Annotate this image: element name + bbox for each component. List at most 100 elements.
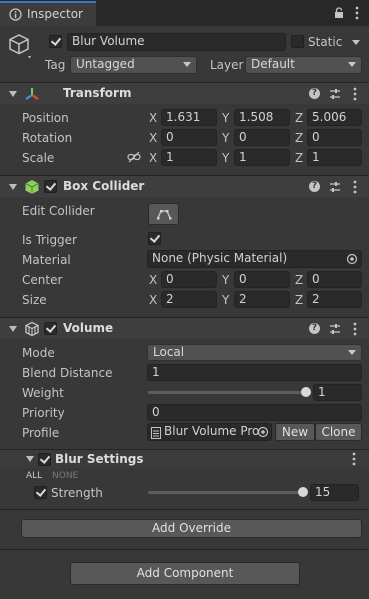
scale-y-field[interactable]: 1 (234, 149, 290, 166)
volume-enabled-checkbox[interactable] (44, 322, 57, 335)
inspector-tab-label: Inspector (27, 7, 83, 21)
blend-distance-field[interactable]: 1 (147, 364, 362, 381)
component-menu-icon[interactable] (353, 87, 357, 101)
center-z-field[interactable]: 0 (307, 271, 362, 288)
axis-y-label[interactable]: Y (222, 131, 229, 145)
scale-z-field[interactable]: 1 (307, 149, 362, 166)
strength-field[interactable]: 15 (310, 484, 359, 501)
mode-dropdown[interactable]: Local (147, 344, 362, 361)
position-z-field[interactable]: 5.006 (307, 109, 362, 126)
edit-collider-button[interactable] (148, 203, 179, 225)
object-name-field[interactable]: Blur Volume (67, 33, 286, 51)
profile-field[interactable]: Blur Volume Pro (147, 423, 272, 441)
position-y-field[interactable]: 1.508 (234, 109, 290, 126)
static-dropdown-icon[interactable] (352, 40, 360, 45)
axis-x-label[interactable]: X (149, 151, 157, 165)
strength-override-checkbox[interactable] (34, 486, 47, 499)
box-collider-enabled-checkbox[interactable] (44, 180, 57, 193)
transform-icon (25, 88, 39, 100)
center-y-field[interactable]: 0 (234, 271, 290, 288)
object-active-checkbox[interactable] (49, 35, 62, 48)
tag-label: Tag (45, 58, 66, 72)
scale-link-icon[interactable] (127, 151, 141, 163)
edit-collider-icon (157, 210, 172, 220)
rotation-y-field[interactable]: 0 (234, 129, 290, 146)
box-collider-header[interactable]: Box Collider ? (0, 175, 369, 197)
settings-menu-icon[interactable] (352, 452, 356, 466)
axis-y-label[interactable]: Y (222, 111, 229, 125)
scale-x-field[interactable]: 1 (161, 149, 217, 166)
help-icon[interactable]: ? (309, 323, 320, 334)
layer-label: Layer (210, 58, 244, 72)
position-x-field[interactable]: 1.631 (161, 109, 217, 126)
strength-slider-thumb[interactable] (298, 487, 308, 497)
divider (0, 549, 369, 550)
component-menu-icon[interactable] (353, 322, 357, 336)
strength-label: Strength (51, 486, 103, 500)
center-x-field[interactable]: 0 (161, 271, 217, 288)
object-picker-icon[interactable] (346, 253, 358, 265)
axis-x-label[interactable]: X (149, 293, 157, 307)
axis-y-label[interactable]: Y (222, 151, 229, 165)
material-value: None (Physic Material) (152, 251, 288, 265)
position-label: Position (22, 111, 69, 125)
axis-z-label[interactable]: Z (295, 131, 303, 145)
strength-slider-track[interactable] (148, 491, 303, 494)
object-picker-icon[interactable] (257, 426, 269, 438)
volume-header[interactable]: Volume ? (0, 317, 369, 339)
priority-field[interactable]: 0 (147, 404, 362, 421)
axis-y-label[interactable]: Y (222, 273, 229, 287)
add-override-button[interactable]: Add Override (21, 519, 362, 538)
add-component-button[interactable]: Add Component (70, 562, 300, 585)
component-menu-icon[interactable] (353, 180, 357, 194)
foldout-arrow-icon[interactable] (9, 91, 17, 97)
volume-icon (25, 321, 39, 337)
lock-icon[interactable] (334, 7, 344, 19)
axis-x-label[interactable]: X (149, 131, 157, 145)
mode-value: Local (153, 345, 185, 359)
blur-settings-header[interactable]: Blur Settings (0, 450, 369, 468)
axis-z-label[interactable]: Z (295, 273, 303, 287)
clone-profile-button[interactable]: Clone (315, 423, 362, 441)
preset-icon[interactable] (329, 88, 341, 100)
size-z-field[interactable]: 2 (307, 291, 362, 308)
help-icon[interactable]: ? (309, 181, 320, 192)
tag-dropdown[interactable]: Untagged (70, 56, 197, 74)
weight-field[interactable]: 1 (313, 384, 362, 401)
rotation-z-field[interactable]: 0 (307, 129, 362, 146)
gameobject-icon[interactable] (8, 33, 34, 61)
axis-x-label[interactable]: X (149, 273, 157, 287)
transform-header[interactable]: Transform ? (0, 82, 369, 104)
weight-slider-thumb[interactable] (301, 387, 311, 397)
foldout-arrow-icon[interactable] (9, 326, 17, 332)
preset-icon[interactable] (329, 181, 341, 193)
foldout-arrow-icon[interactable] (26, 456, 34, 462)
rotation-x-field[interactable]: 0 (161, 129, 217, 146)
weight-slider-track[interactable] (148, 391, 306, 394)
foldout-arrow-icon[interactable] (9, 184, 17, 190)
none-toggle[interactable]: NONE (52, 471, 78, 481)
tab-menu-icon[interactable] (355, 6, 359, 20)
blur-settings-enabled-checkbox[interactable] (38, 453, 51, 466)
is-trigger-checkbox[interactable] (148, 232, 161, 245)
static-label: Static (308, 35, 343, 49)
axis-x-label[interactable]: X (149, 111, 157, 125)
axis-z-label[interactable]: Z (295, 293, 303, 307)
all-toggle[interactable]: ALL (26, 471, 42, 481)
layer-dropdown[interactable]: Default (245, 56, 362, 74)
static-checkbox[interactable] (291, 35, 304, 48)
material-field[interactable]: None (Physic Material) (147, 250, 362, 268)
transform-title: Transform (63, 86, 132, 100)
size-y-field[interactable]: 2 (234, 291, 290, 308)
axis-z-label[interactable]: Z (295, 111, 303, 125)
weight-label: Weight (22, 386, 64, 400)
inspector-tab[interactable]: Inspector (0, 1, 96, 26)
preset-icon[interactable] (329, 323, 341, 335)
size-x-field[interactable]: 2 (161, 291, 217, 308)
new-profile-button[interactable]: New (275, 423, 315, 441)
center-label: Center (22, 273, 63, 287)
profile-asset-icon (151, 427, 161, 439)
axis-y-label[interactable]: Y (222, 293, 229, 307)
help-icon[interactable]: ? (309, 88, 320, 99)
axis-z-label[interactable]: Z (295, 151, 303, 165)
